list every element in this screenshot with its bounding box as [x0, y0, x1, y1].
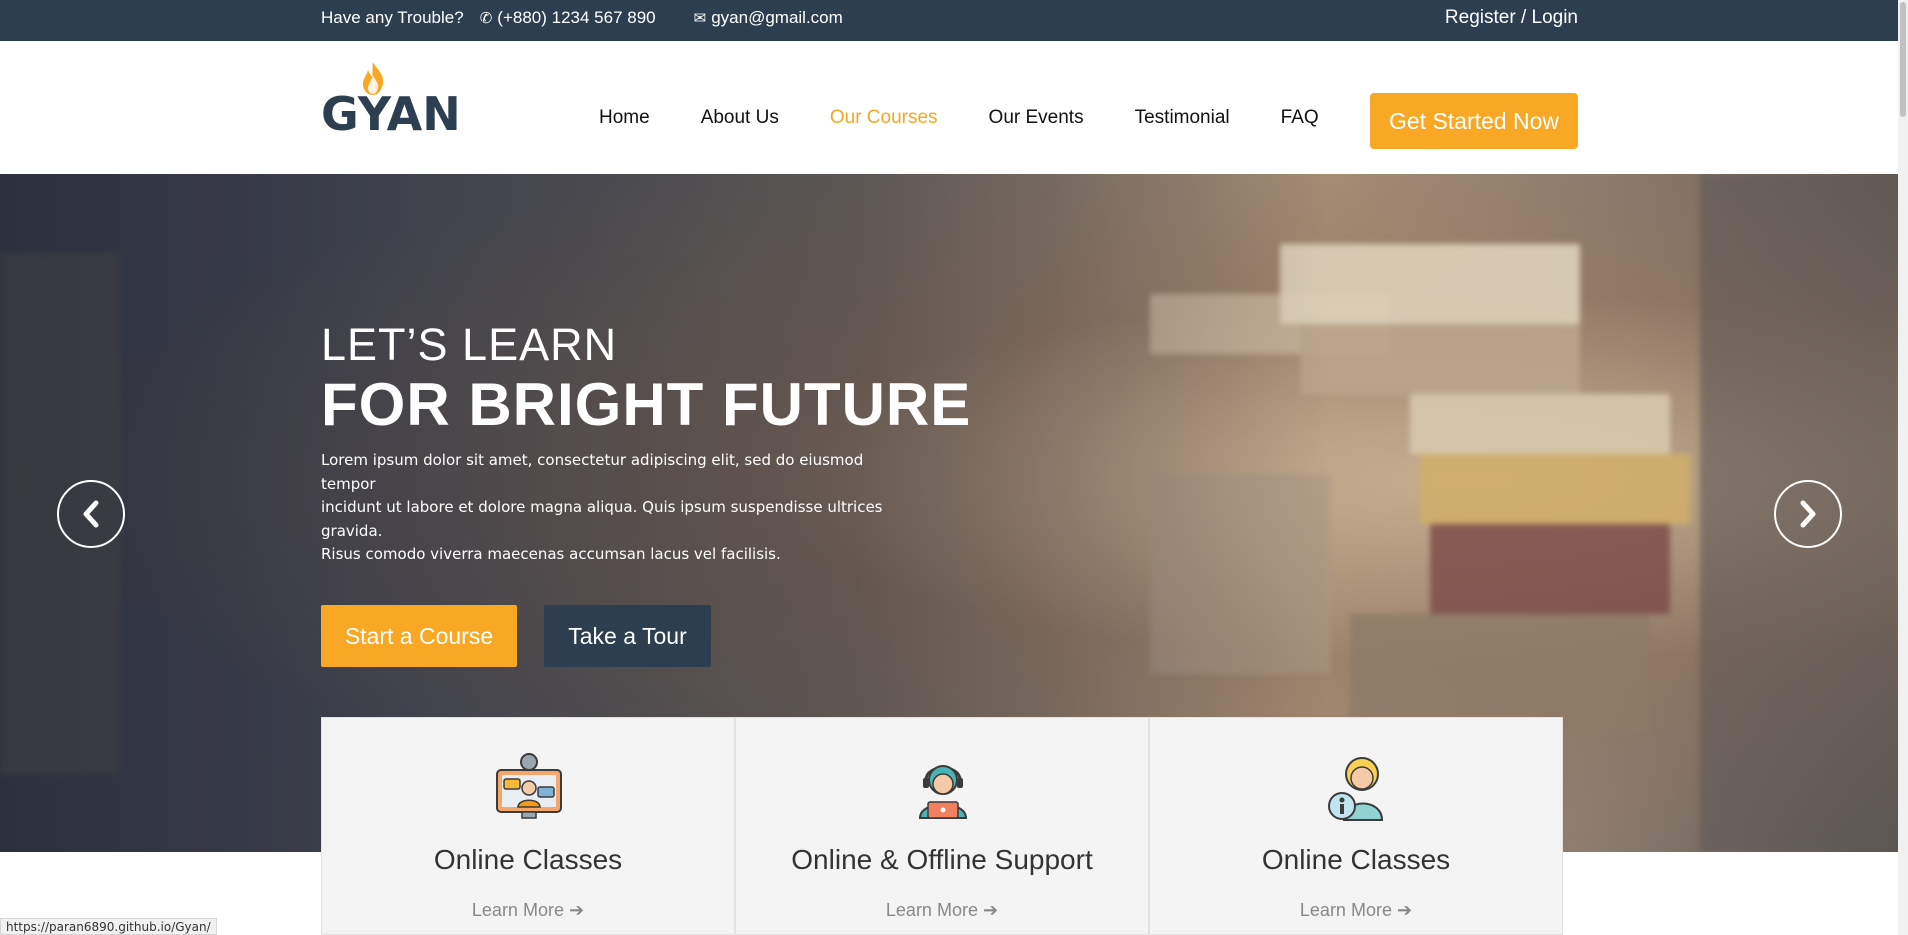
feature-title: Online Classes: [433, 844, 623, 875]
get-started-button[interactable]: Get Started Now: [1370, 93, 1578, 149]
feature-card[interactable]: Online Classes Learn More ➔: [321, 717, 735, 935]
hero-text-line: Lorem ipsum dolor sit amet, consectetur …: [321, 451, 864, 493]
feature-cards: Online Classes Learn More ➔ Online & Off…: [321, 717, 1563, 935]
feature-title: Online Classes: [1261, 844, 1451, 875]
feature-card[interactable]: Online Classes Learn More ➔: [1149, 717, 1563, 935]
trouble-text: Have any Trouble?: [321, 8, 464, 27]
chevron-right-icon: [1800, 500, 1816, 528]
main-nav: Home About Us Our Courses Our Events Tes…: [599, 107, 1319, 129]
chevron-left-icon: [83, 500, 99, 528]
slider-prev-button[interactable]: [57, 480, 125, 548]
logo-text: GYAN: [321, 87, 461, 141]
learn-more-label: Learn More: [885, 900, 978, 920]
nav-our-events[interactable]: Our Events: [989, 107, 1084, 129]
scrollbar-thumb[interactable]: [1900, 2, 1906, 117]
arrow-right-icon: ➔: [982, 900, 999, 920]
info-person-icon: [1328, 757, 1384, 821]
email-address: gyan@gmail.com: [711, 8, 843, 27]
nav-testimonial[interactable]: Testimonial: [1135, 107, 1230, 129]
hero-title: FOR BRIGHT FUTURE: [321, 371, 972, 438]
learn-more-link[interactable]: Learn More ➔: [322, 900, 734, 921]
top-bar: Have any Trouble? ✆ (+880) 1234 567 890 …: [0, 0, 1898, 41]
status-url: https://paran6890.github.io/Gyan/: [0, 918, 217, 935]
slider-next-button[interactable]: [1774, 480, 1842, 548]
nav-about-us[interactable]: About Us: [701, 107, 779, 129]
hero-description: Lorem ipsum dolor sit amet, consectetur …: [321, 449, 921, 567]
arrow-right-icon: ➔: [1396, 900, 1413, 920]
learn-more-label: Learn More: [1299, 900, 1392, 920]
hero-text-line: incidunt ut labore et dolore magna aliqu…: [321, 498, 883, 540]
register-login-link[interactable]: Register / Login: [1445, 7, 1578, 29]
phone-contact[interactable]: ✆ (+880) 1234 567 890: [480, 8, 656, 28]
hero-text-line: Risus comodo viverra maecenas accumsan l…: [321, 545, 781, 563]
online-class-icon: [496, 753, 562, 819]
phone-icon: ✆: [479, 10, 493, 27]
phone-number: (+880) 1234 567 890: [497, 8, 656, 27]
email-contact[interactable]: ✉ gyan@gmail.com: [694, 8, 843, 28]
feature-title: Online & Offline Support: [791, 844, 1093, 875]
nav-faq[interactable]: FAQ: [1281, 107, 1319, 129]
learn-more-label: Learn More: [471, 900, 564, 920]
nav-home[interactable]: Home: [599, 107, 650, 129]
learn-more-link[interactable]: Learn More ➔: [1150, 900, 1562, 921]
arrow-right-icon: ➔: [568, 900, 585, 920]
nav-our-courses[interactable]: Our Courses: [830, 107, 938, 129]
logo[interactable]: GYAN: [321, 61, 461, 139]
support-agent-icon: [918, 765, 968, 819]
contact-info: Have any Trouble? ✆ (+880) 1234 567 890 …: [321, 8, 843, 28]
hero-subtitle: LET’S LEARN: [321, 319, 618, 370]
envelope-icon: ✉: [693, 10, 707, 27]
start-course-button[interactable]: Start a Course: [321, 605, 517, 667]
scrollbar[interactable]: [1898, 0, 1908, 935]
feature-card[interactable]: Online & Offline Support Learn More ➔: [735, 717, 1149, 935]
learn-more-link[interactable]: Learn More ➔: [736, 900, 1148, 921]
site-header: GYAN Home About Us Our Courses Our Event…: [0, 41, 1898, 174]
take-tour-button[interactable]: Take a Tour: [544, 605, 711, 667]
